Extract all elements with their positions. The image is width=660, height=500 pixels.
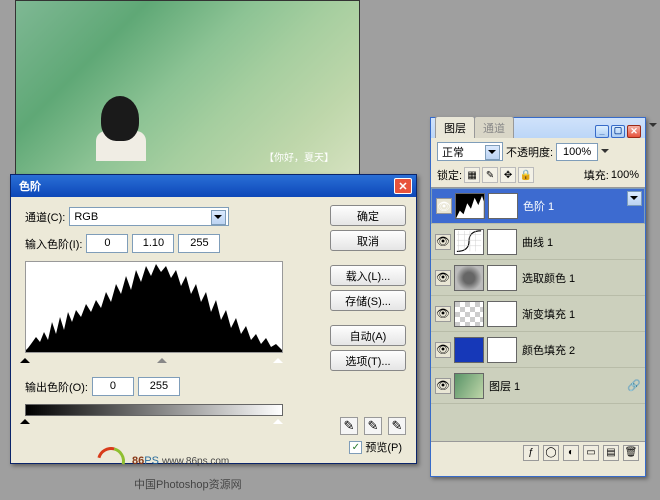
layer-row-layer1[interactable]: 👁 图层 1 🔗 [431,368,645,404]
folder-icon[interactable]: ▭ [583,445,599,461]
layer-name: 曲线 1 [522,234,553,250]
layer-row-gradient-fill[interactable]: 👁 渐变填充 1 [431,296,645,332]
lock-paint-icon[interactable]: ✎ [482,167,498,183]
blend-mode-select[interactable]: 正常 [437,142,503,161]
close-icon[interactable]: ✕ [394,178,412,194]
visibility-icon[interactable]: 👁 [435,342,451,358]
black-eyedropper-icon[interactable]: ✎ [340,417,358,435]
preview-checkbox[interactable]: ✓ [349,441,362,454]
layer-thumb[interactable] [454,265,484,291]
layers-panel-titlebar[interactable]: 图层 通道 _ ▢ ✕ [431,118,645,138]
layer-thumb[interactable] [454,373,484,399]
channel-label: 通道(C): [25,209,65,225]
canvas-photo: 【你好，夏天】 [15,0,360,190]
out-white-handle[interactable] [273,414,283,424]
input-mid-field[interactable]: 1.10 [132,234,174,253]
auto-button[interactable]: 自动(A) [330,325,406,346]
fill-field[interactable]: 100% [611,169,639,181]
layer-thumb[interactable] [454,229,484,255]
histogram [25,261,283,353]
input-levels-label: 输入色阶(I): [25,236,82,252]
white-eyedropper-icon[interactable]: ✎ [388,417,406,435]
layer-name: 色阶 1 [523,198,554,214]
panel-close-icon[interactable]: ✕ [627,125,641,138]
layer-mask-thumb[interactable] [487,301,517,327]
lock-all-icon[interactable]: 🔒 [518,167,534,183]
layer-name: 渐变填充 1 [522,306,575,322]
output-black-field[interactable]: 0 [92,377,134,396]
layer-thumb[interactable] [454,337,484,363]
layers-footer: ƒ ◯ ◐ ▭ ▤ 🗑 [431,441,645,463]
input-slider[interactable] [25,355,283,365]
gray-point-handle[interactable] [157,353,167,363]
output-white-field[interactable]: 255 [138,377,180,396]
out-black-handle[interactable] [20,414,30,424]
lock-label: 锁定: [437,167,462,183]
ok-button[interactable]: 确定 [330,205,406,226]
visibility-icon[interactable]: 👁 [435,306,451,322]
tab-layers[interactable]: 图层 [435,116,475,138]
visibility-icon[interactable]: 👁 [436,198,452,214]
layer-name: 颜色填充 2 [522,342,575,358]
layer-name: 图层 1 [489,378,520,394]
layer-mask-thumb[interactable] [487,265,517,291]
layer-thumb[interactable] [455,193,485,219]
channel-select[interactable]: RGB [69,207,229,226]
trash-icon[interactable]: 🗑 [623,445,639,461]
layer-row-curves[interactable]: 👁 曲线 1 [431,224,645,260]
layer-list: 👁 色阶 1 👁 曲线 1 👁 选取颜色 1 👁 渐变填充 1 👁 [431,187,645,441]
layer-name: 选取颜色 1 [522,270,575,286]
output-levels-label: 输出色阶(O): [25,379,88,395]
layers-panel: 图层 通道 _ ▢ ✕ 正常 不透明度: 100% 锁定: ▦ ✎ ✥ 🔒 填充… [430,117,646,477]
opacity-field[interactable]: 100% [556,143,598,161]
fill-label: 填充: [584,167,609,183]
mask-icon[interactable]: ◯ [543,445,559,461]
layer-mask-thumb[interactable] [488,193,518,219]
photo-caption: 【你好，夏天】 [264,149,334,164]
maximize-icon[interactable]: ▢ [611,125,625,138]
adjust-icon[interactable]: ◐ [563,445,579,461]
layer-thumb[interactable] [454,301,484,327]
watermark-logo: 86PS www.86ps.com [94,444,229,478]
visibility-icon[interactable]: 👁 [435,270,451,286]
output-slider[interactable] [25,416,283,426]
layer-row-color-fill[interactable]: 👁 颜色填充 2 [431,332,645,368]
white-point-handle[interactable] [273,353,283,363]
visibility-icon[interactable]: 👁 [435,234,451,250]
output-gradient [25,404,283,416]
fx-icon[interactable]: ƒ [523,445,539,461]
tab-channels[interactable]: 通道 [474,116,514,138]
new-layer-icon[interactable]: ▤ [603,445,619,461]
layer-row-levels[interactable]: 👁 色阶 1 [431,188,645,224]
options-button[interactable]: 选项(T)... [330,350,406,371]
layer-row-selective-color[interactable]: 👁 选取颜色 1 [431,260,645,296]
gray-eyedropper-icon[interactable]: ✎ [364,417,382,435]
levels-title: 色阶 [19,178,41,194]
preview-label: 预览(P) [365,439,402,455]
cancel-button[interactable]: 取消 [330,230,406,251]
visibility-icon[interactable]: 👁 [435,378,451,394]
levels-titlebar[interactable]: 色阶 ✕ [11,175,416,197]
black-point-handle[interactable] [20,353,30,363]
save-button[interactable]: 存储(S)... [330,290,406,311]
layer-mask-thumb[interactable] [487,229,517,255]
levels-dialog: 色阶 ✕ 通道(C): RGB 输入色阶(I): 0 1.10 255 输出 [10,174,417,464]
lock-move-icon[interactable]: ✥ [500,167,516,183]
opacity-label: 不透明度: [506,144,553,160]
layer-mask-thumb[interactable] [487,337,517,363]
minimize-icon[interactable]: _ [595,125,609,138]
input-white-field[interactable]: 255 [178,234,220,253]
link-icon[interactable]: 🔗 [627,379,641,392]
input-black-field[interactable]: 0 [86,234,128,253]
lock-transparent-icon[interactable]: ▦ [464,167,480,183]
watermark-subtitle: 中国Photoshop资源网 [134,476,242,492]
photo-subject [96,96,156,161]
load-button[interactable]: 载入(L)... [330,265,406,286]
